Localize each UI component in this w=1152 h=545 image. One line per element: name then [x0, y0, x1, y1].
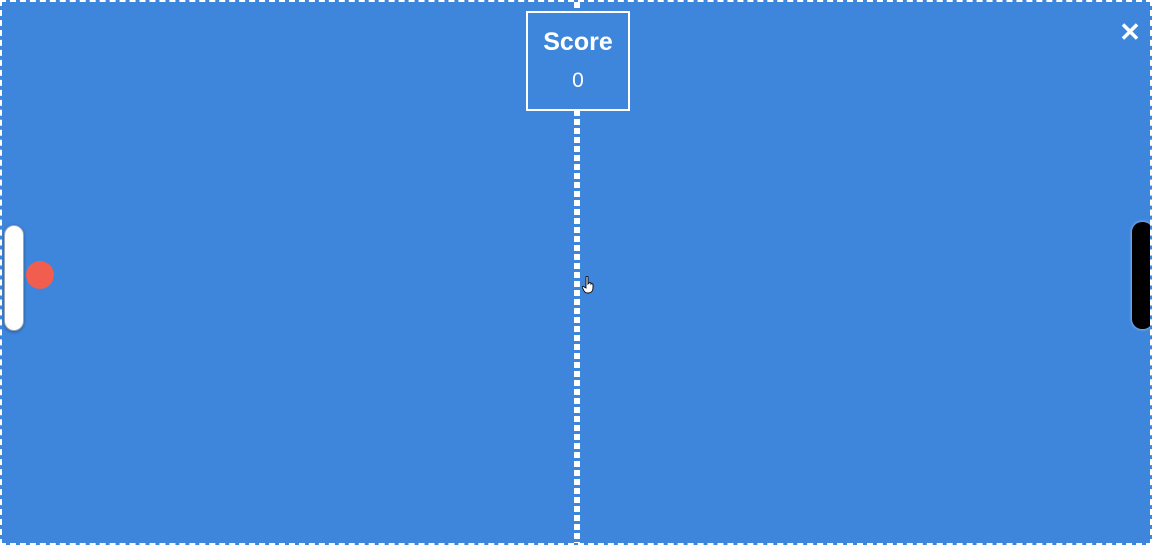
close-button[interactable]: ✕: [1116, 18, 1144, 46]
player-paddle[interactable]: [4, 225, 24, 331]
close-icon: ✕: [1119, 17, 1141, 47]
score-panel: Score 0: [526, 11, 630, 111]
hand-pointer-icon: [582, 276, 594, 294]
ball: [26, 261, 54, 289]
score-label: Score: [543, 28, 613, 56]
score-value: 0: [572, 69, 584, 92]
opponent-paddle: [1132, 222, 1150, 329]
game-court[interactable]: Score 0 ✕: [0, 0, 1152, 545]
